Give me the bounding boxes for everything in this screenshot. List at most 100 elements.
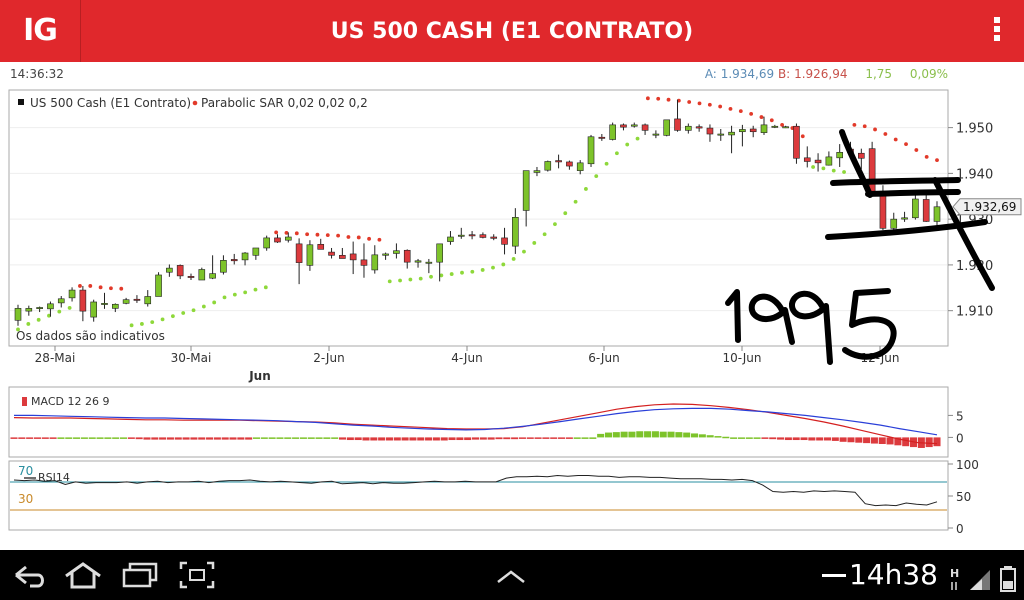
candle-body <box>187 276 195 278</box>
sar-dot <box>759 115 764 119</box>
ig-logo[interactable]: IG <box>0 0 81 62</box>
candle-body <box>479 234 487 238</box>
sar-dot <box>78 284 82 288</box>
candle-body <box>771 125 779 128</box>
sar-dot <box>26 322 31 326</box>
sar-dot <box>821 166 826 171</box>
screenshot-icon[interactable] <box>178 560 216 590</box>
quote-bar: A: 1.934,69 B: 1.926,94 1,75 0,09% <box>705 67 948 81</box>
candle-body <box>36 307 43 309</box>
candle-body <box>176 265 184 277</box>
candle-body <box>57 298 65 304</box>
overflow-menu-icon[interactable] <box>992 17 1002 47</box>
macd-histogram-bar <box>315 437 323 439</box>
macd-histogram-bar <box>644 431 652 438</box>
macd-histogram-bar <box>104 437 112 439</box>
sar-dot <box>356 235 361 240</box>
sar-dot <box>687 100 692 104</box>
sar-dot <box>367 236 371 241</box>
candle-body <box>674 118 681 131</box>
macd-histogram-bar <box>651 431 659 438</box>
sar-dot <box>573 199 578 204</box>
candle-body <box>858 152 865 159</box>
macd-panel <box>8 386 949 458</box>
sar-dot <box>201 304 206 309</box>
status-clock: 14h38 <box>848 558 938 591</box>
sar-dot <box>243 290 248 295</box>
sar-dot <box>88 284 93 288</box>
sar-dot <box>129 323 134 328</box>
macd-histogram-bar <box>847 437 855 443</box>
macd-histogram-bar <box>260 437 268 439</box>
macd-histogram-bar <box>440 437 448 441</box>
macd-histogram-bar <box>354 437 362 441</box>
macd-histogram-bar <box>870 437 878 444</box>
candle-body <box>166 267 173 273</box>
macd-histogram-bar <box>495 437 503 440</box>
candle-body <box>457 234 465 237</box>
candle-body <box>306 244 314 266</box>
sar-dot <box>57 309 62 314</box>
macd-histogram-bar <box>307 437 315 439</box>
legend-series-marker <box>18 99 24 105</box>
sar-dot <box>584 187 588 191</box>
macd-histogram-bar <box>503 437 511 440</box>
sar-dot <box>170 314 175 319</box>
sar-dot <box>36 317 41 322</box>
candle-body <box>555 160 562 163</box>
macd-histogram-bar <box>268 437 276 439</box>
sar-dot <box>604 161 609 166</box>
macd-histogram-bar <box>385 437 393 441</box>
macd-histogram-bar <box>65 437 73 439</box>
macd-histogram-bar <box>667 431 675 438</box>
back-icon[interactable] <box>8 560 48 590</box>
sar-dot <box>460 270 464 275</box>
sar-dot <box>738 109 743 114</box>
candle-body <box>533 170 541 173</box>
sar-dot <box>563 211 568 216</box>
macd-histogram-bar <box>816 437 824 441</box>
date-tick-label: 6-Jun <box>588 351 619 365</box>
candle <box>587 134 595 167</box>
candle <box>609 122 616 141</box>
sar-dot <box>449 272 454 276</box>
macd-histogram-bar <box>10 437 18 439</box>
macd-histogram-bar <box>808 437 816 441</box>
candle-body <box>284 236 292 241</box>
macd-histogram-bar <box>151 437 159 440</box>
rsi-label: RSI14 <box>38 471 70 484</box>
macd-histogram-bar <box>526 437 534 439</box>
macd-histogram-bar <box>573 437 581 439</box>
candle-body <box>630 124 638 127</box>
date-tick-label: 2-Jun <box>313 351 344 365</box>
recent-apps-icon[interactable] <box>120 560 160 590</box>
rsi-y-axis: 100 50 0 <box>948 458 979 536</box>
sar-dot <box>842 170 846 174</box>
sar-dot <box>718 104 723 109</box>
candle-body <box>760 124 768 133</box>
date-tick-label: 4-Jun <box>451 351 482 365</box>
up-chevron-icon[interactable] <box>494 560 528 590</box>
candle-body <box>879 190 887 229</box>
chart-area[interactable]: 1.9501.9401.9301.9201.910 28-Mai 30-Mai 2-… <box>0 80 1024 545</box>
macd-histogram-bar <box>417 437 425 441</box>
macd-histogram-bar <box>119 437 128 439</box>
sar-dot <box>666 97 671 102</box>
macd-histogram-bar <box>237 437 245 440</box>
sar-dot <box>181 311 186 315</box>
candle-body <box>706 127 714 135</box>
macd-histogram-bar <box>292 437 300 439</box>
month-label: Jun <box>248 369 271 383</box>
candle-body <box>425 261 433 264</box>
macd-histogram-bar <box>18 437 26 439</box>
macd-histogram-bar <box>323 437 331 439</box>
sar-dot <box>831 168 836 173</box>
sar-dot <box>532 241 537 245</box>
macd-histogram-bar <box>604 432 612 438</box>
candle <box>198 267 206 281</box>
legend-sar-marker <box>192 100 198 106</box>
price-tick-label: 1.910 <box>956 305 993 320</box>
macd-histogram-bar <box>73 437 81 439</box>
home-icon[interactable] <box>62 560 104 590</box>
candle-body <box>133 298 141 301</box>
